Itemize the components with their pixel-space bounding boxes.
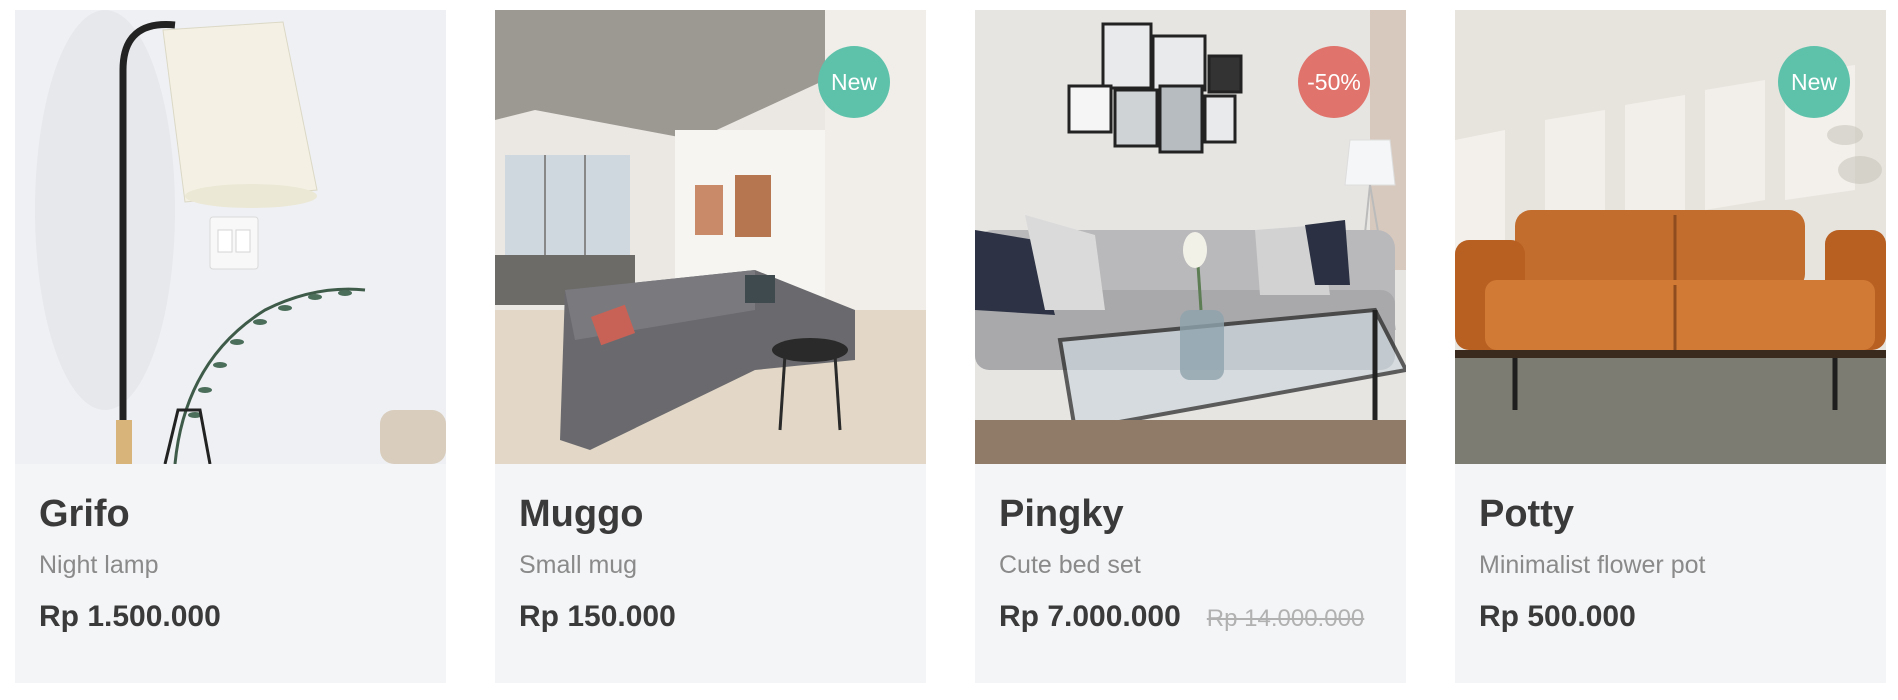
product-card-muggo[interactable]: New Muggo Small mug Rp 150.000 xyxy=(495,10,926,683)
product-name: Potty xyxy=(1479,493,1574,535)
product-subtitle: Minimalist flower pot xyxy=(1479,551,1706,579)
product-card-potty[interactable]: New Potty Minimalist flower pot Rp 500.0… xyxy=(1455,10,1886,683)
product-image-leather-sofa[interactable]: New xyxy=(1455,10,1886,464)
product-image-living-room[interactable]: New xyxy=(495,10,926,464)
product-subtitle: Cute bed set xyxy=(999,551,1141,579)
product-card-pingky[interactable]: -50% Pingky Cute bed set Rp 7.000.000 Rp… xyxy=(975,10,1406,683)
badge-new: New xyxy=(1778,46,1850,118)
product-name: Grifo xyxy=(39,493,130,535)
product-card-grifo[interactable]: Grifo Night lamp Rp 1.500.000 xyxy=(15,10,446,683)
product-image-sofa-gallery[interactable]: -50% xyxy=(975,10,1406,464)
product-name: Pingky xyxy=(999,493,1124,535)
product-price: Rp 7.000.000 xyxy=(999,600,1181,633)
product-subtitle: Small mug xyxy=(519,551,638,579)
lamp-photo xyxy=(15,10,446,464)
badge-new: New xyxy=(818,46,890,118)
product-name: Muggo xyxy=(519,493,644,535)
product-subtitle: Night lamp xyxy=(39,551,159,579)
product-price: Rp 1.500.000 xyxy=(39,600,221,633)
product-grid: Grifo Night lamp Rp 1.500.000 New Muggo … xyxy=(0,0,1898,700)
product-price: Rp 500.000 xyxy=(1479,600,1636,633)
product-price: Rp 150.000 xyxy=(519,600,676,633)
product-image-lamp[interactable] xyxy=(15,10,446,464)
product-old-price: Rp 14.000.000 xyxy=(1206,605,1365,632)
badge-discount: -50% xyxy=(1298,46,1370,118)
